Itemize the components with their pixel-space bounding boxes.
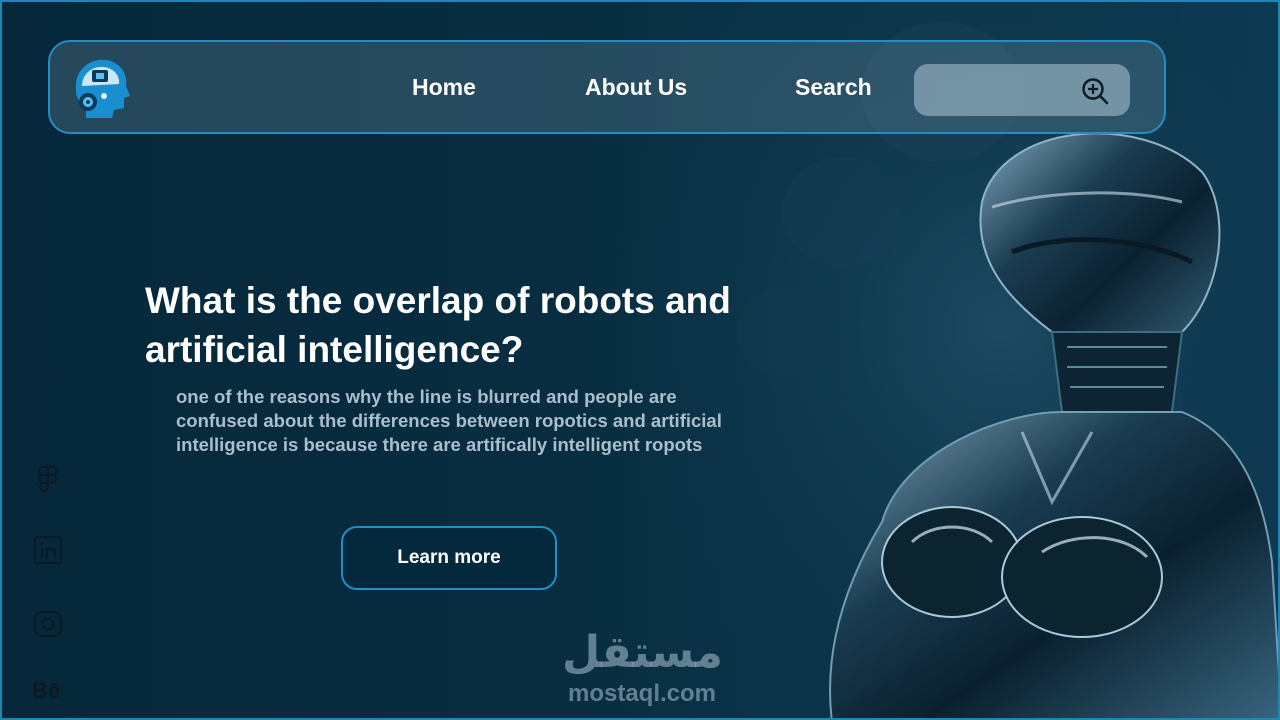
nav-home-link[interactable]: Home [412, 74, 476, 101]
hero-description: one of the reasons why the line is blurr… [176, 385, 816, 457]
mostaql-watermark-url: mostaql.com [567, 680, 717, 707]
zoom-in-search-icon[interactable] [1080, 76, 1110, 106]
navbar: Home About Us Search [48, 40, 1166, 134]
page-frame: Home About Us Search What is the overlap… [0, 0, 1280, 720]
headline-line-2: artificial intelligence? [145, 329, 524, 370]
instagram-icon[interactable] [32, 608, 64, 640]
headline-line-1: What is the overlap of robots and [145, 280, 731, 321]
mostaql-watermark-arabic: مستقل [562, 627, 723, 678]
description-line-1: one of the reasons why the line is blurr… [176, 386, 677, 407]
nav-search-link[interactable]: Search [795, 74, 872, 101]
behance-icon[interactable]: Bē [32, 678, 60, 704]
linkedin-icon[interactable] [32, 534, 64, 566]
learn-more-button[interactable]: Learn more [341, 526, 557, 590]
description-line-2: confused about the differences between r… [176, 410, 722, 431]
search-input[interactable] [926, 74, 1080, 108]
description-line-3: intelligence is because there are artifi… [176, 434, 703, 455]
hero-headline: What is the overlap of robots and artifi… [145, 276, 845, 374]
nav-about-us-link[interactable]: About Us [585, 74, 687, 101]
figma-icon[interactable] [32, 464, 64, 496]
ai-head-logo-icon[interactable] [68, 56, 130, 120]
search-box [914, 64, 1130, 116]
